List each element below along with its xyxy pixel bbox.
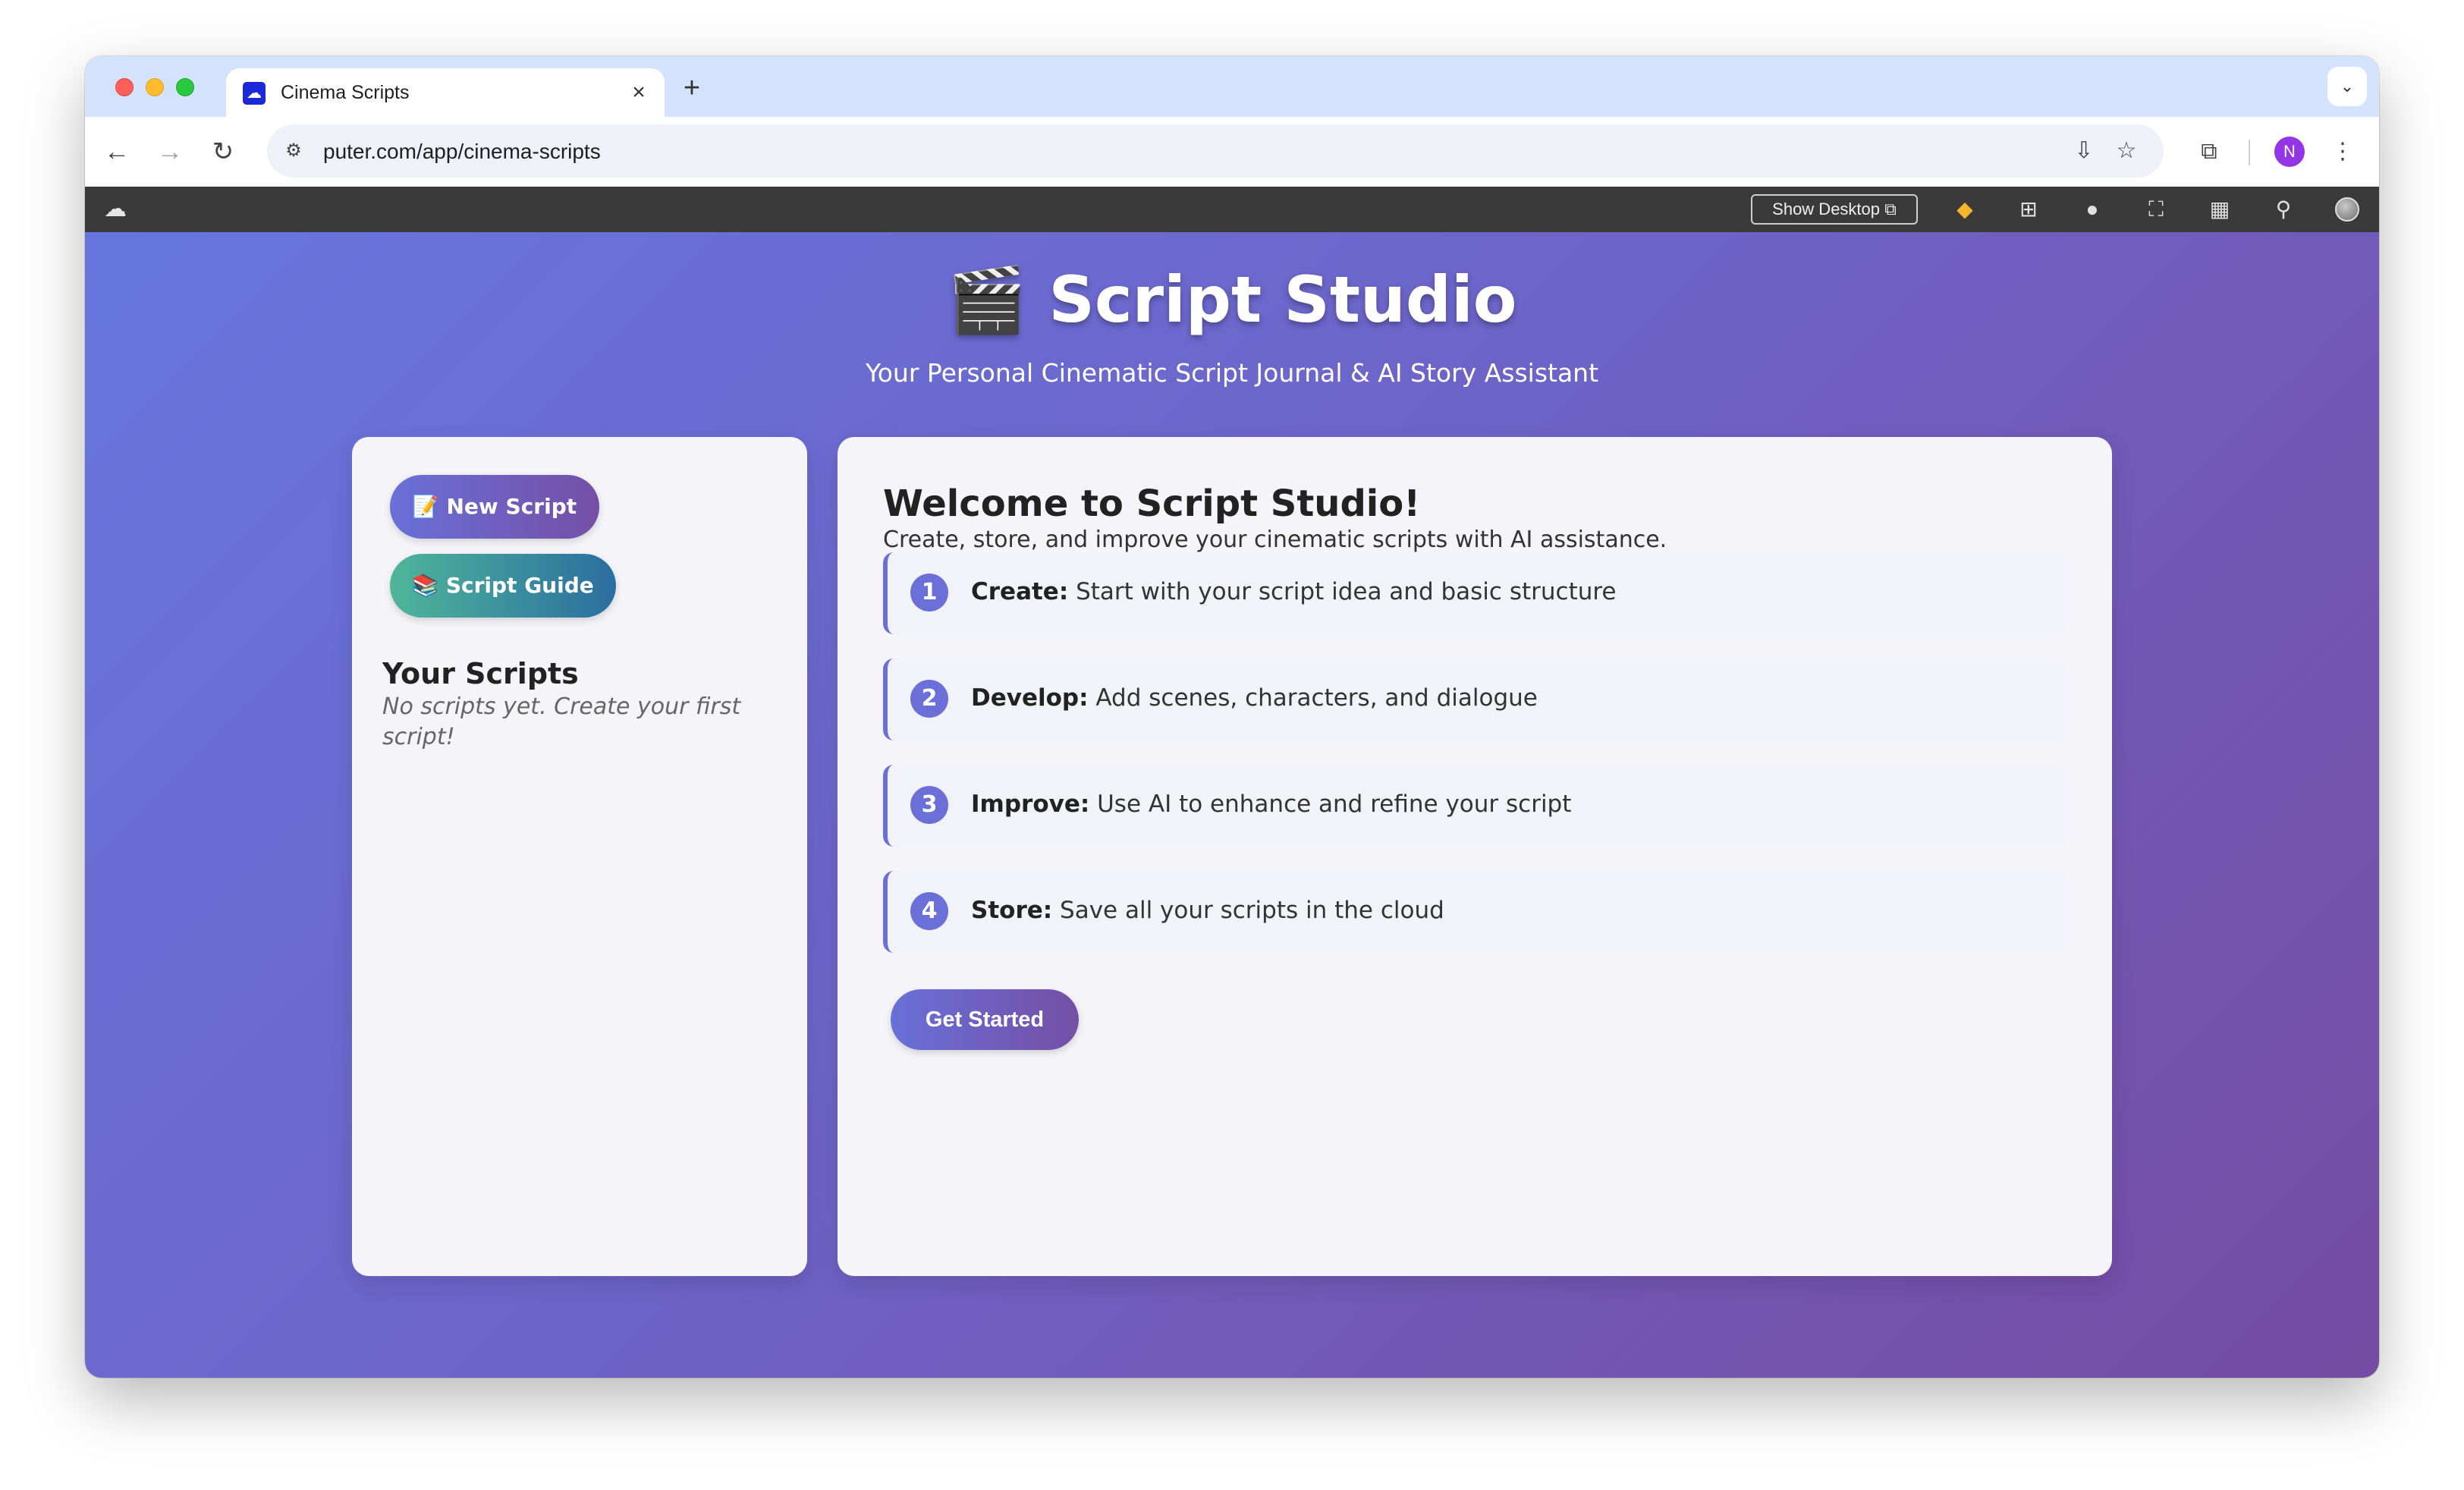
step-number-badge: 3 xyxy=(910,786,948,824)
user-avatar[interactable] xyxy=(2335,197,2359,222)
welcome-title: Welcome to Script Studio! xyxy=(883,483,1421,525)
zoom-window-button[interactable] xyxy=(176,78,194,96)
step-item-create: 1 Create: Start with your script idea an… xyxy=(883,552,2066,634)
search-icon[interactable]: ⚲ xyxy=(2268,194,2299,225)
github-icon[interactable]: ● xyxy=(2077,194,2107,225)
sidebar-panel: 📝 New Script 📚 Script Guide Your Scripts… xyxy=(352,437,807,1276)
site-settings-icon[interactable]: ⚙ xyxy=(278,135,310,167)
gift-icon[interactable]: ⊞ xyxy=(2013,194,2044,225)
new-script-button[interactable]: 📝 New Script xyxy=(390,475,599,539)
step-label: Develop: xyxy=(971,684,1089,712)
tab-search-button[interactable]: ⌄ xyxy=(2327,67,2367,106)
step-description: Save all your scripts in the cloud xyxy=(1060,897,1444,924)
step-description: Start with your script idea and basic st… xyxy=(1076,578,1617,605)
extensions-icon[interactable]: ⧉ xyxy=(2191,134,2227,170)
tab-cinema-scripts[interactable]: ☁ Cinema Scripts × xyxy=(226,68,665,117)
install-app-icon[interactable]: ⇩ xyxy=(2068,135,2100,167)
step-label: Create: xyxy=(971,578,1069,605)
toolbar-divider xyxy=(2249,140,2250,165)
close-tab-icon[interactable]: × xyxy=(625,79,652,106)
puter-logo-icon[interactable]: ☁ xyxy=(100,194,130,225)
step-number-badge: 2 xyxy=(910,680,948,718)
step-number-badge: 1 xyxy=(910,574,948,611)
step-description: Use AI to enhance and refine your script xyxy=(1097,791,1572,818)
step-text: Store: Save all your scripts in the clou… xyxy=(971,897,1444,924)
step-item-develop: 2 Develop: Add scenes, characters, and d… xyxy=(883,659,2066,740)
welcome-description: Create, store, and improve your cinemati… xyxy=(883,527,1667,553)
get-started-button[interactable]: Get Started xyxy=(891,989,1079,1050)
main-panel: Welcome to Script Studio! Create, store,… xyxy=(838,437,2112,1276)
close-window-button[interactable] xyxy=(115,78,134,96)
step-text: Create: Start with your script idea and … xyxy=(971,578,1617,605)
tab-strip: ☁ Cinema Scripts × + ⌄ xyxy=(85,56,2379,117)
minimize-window-button[interactable] xyxy=(146,78,164,96)
show-desktop-button[interactable]: Show Desktop ⧉ xyxy=(1751,194,1918,225)
step-text: Develop: Add scenes, characters, and dia… xyxy=(971,684,1538,712)
url-text[interactable]: puter.com/app/cinema-scripts xyxy=(323,140,601,164)
scripts-empty-message: No scripts yet. Create your first script… xyxy=(382,693,741,750)
forward-icon[interactable]: → xyxy=(152,134,188,170)
browser-window: ☁ Cinema Scripts × + ⌄ ← → ↻ ⚙ puter.com… xyxy=(85,56,2379,1378)
address-bar[interactable]: ⚙ puter.com/app/cinema-scripts ⇩ ☆ xyxy=(267,124,2164,178)
app-subtitle: Your Personal Cinematic Script Journal &… xyxy=(865,358,1599,388)
step-description: Add scenes, characters, and dialogue xyxy=(1095,684,1538,712)
scripts-heading: Your Scripts xyxy=(382,657,579,690)
qr-code-icon[interactable]: ▦ xyxy=(2205,194,2235,225)
app-content: 🎬 Script Studio Your Personal Cinematic … xyxy=(85,232,2379,1378)
step-item-store: 4 Store: Save all your scripts in the cl… xyxy=(883,871,2066,953)
step-text: Improve: Use AI to enhance and refine yo… xyxy=(971,791,1571,818)
step-label: Store: xyxy=(971,897,1053,924)
step-label: Improve: xyxy=(971,791,1090,818)
reload-icon[interactable]: ↻ xyxy=(205,134,241,170)
step-number-badge: 4 xyxy=(910,892,948,930)
gem-icon[interactable]: ◆ xyxy=(1950,194,1980,225)
bookmark-star-icon[interactable]: ☆ xyxy=(2110,135,2142,167)
puter-favicon-icon: ☁ xyxy=(243,82,266,105)
app-title: 🎬 Script Studio xyxy=(947,262,1517,337)
fullscreen-icon[interactable]: ⛶ xyxy=(2141,194,2171,225)
new-tab-button[interactable]: + xyxy=(675,71,709,105)
back-icon[interactable]: ← xyxy=(99,134,135,170)
profile-avatar[interactable]: N xyxy=(2274,137,2305,167)
browser-menu-icon[interactable]: ⋮ xyxy=(2324,134,2361,170)
step-item-improve: 3 Improve: Use AI to enhance and refine … xyxy=(883,765,2066,847)
tab-title: Cinema Scripts xyxy=(281,82,410,103)
browser-toolbar: ← → ↻ ⚙ puter.com/app/cinema-scripts ⇩ ☆… xyxy=(85,117,2379,187)
puter-taskbar: ☁ Show Desktop ⧉ ◆ ⊞ ● ⛶ ▦ ⚲ xyxy=(85,187,2379,232)
script-guide-button[interactable]: 📚 Script Guide xyxy=(390,554,616,618)
